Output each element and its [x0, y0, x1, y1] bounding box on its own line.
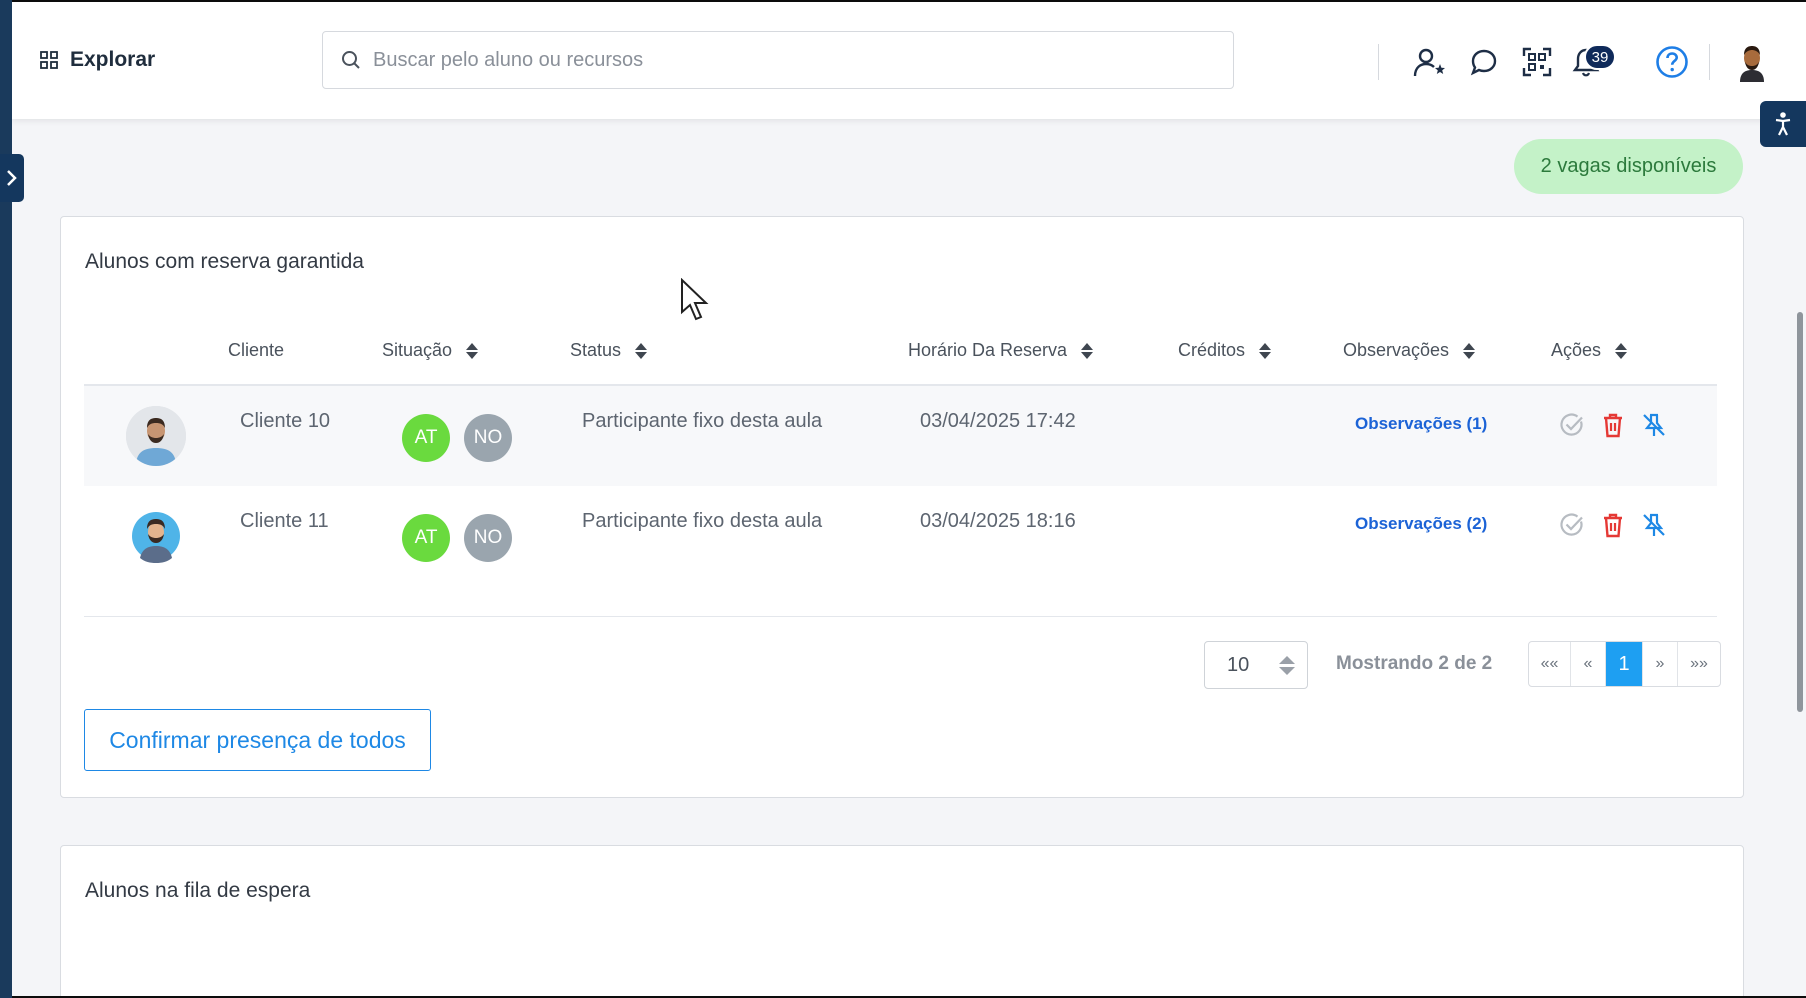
help-button[interactable] — [1654, 44, 1690, 80]
sort-icon — [635, 342, 648, 359]
sort-icon — [466, 342, 479, 359]
check-circle-icon — [1560, 513, 1583, 536]
last-page-button[interactable]: »» — [1678, 642, 1720, 686]
user-avatar-icon — [1740, 46, 1764, 82]
confirm-all-presence-button[interactable]: Confirmar presença de todos — [84, 709, 431, 771]
reserved-section-title: Alunos com reserva garantida — [85, 250, 364, 273]
chat-bubble-icon — [1470, 49, 1497, 76]
help-circle-icon — [1656, 46, 1688, 78]
prev-page-button[interactable]: « — [1571, 642, 1606, 686]
trash-icon — [1604, 513, 1622, 538]
table-footer-divider — [84, 616, 1717, 617]
confirm-presence-button[interactable] — [1558, 511, 1586, 539]
sort-icon — [1615, 342, 1628, 359]
page-size-value: 10 — [1227, 653, 1250, 676]
user-star-button[interactable] — [1412, 44, 1448, 80]
situation-badge-no: NO — [464, 514, 512, 562]
waitlist-card: Alunos na fila de espera — [60, 845, 1744, 996]
mouse-cursor-icon — [680, 277, 710, 327]
user-star-icon — [1413, 48, 1445, 77]
page-size-stepper[interactable]: 10 — [1204, 641, 1308, 689]
situation-badge-at: AT — [402, 414, 450, 462]
pin-off-icon — [1643, 413, 1665, 436]
chat-button[interactable] — [1466, 44, 1502, 80]
accessibility-button[interactable] — [1760, 101, 1806, 147]
sort-icon — [1259, 342, 1272, 359]
check-circle-icon — [1560, 413, 1583, 436]
search-input[interactable] — [373, 48, 1193, 72]
status-text: Participante fixo desta aula — [582, 410, 823, 432]
column-header-reservation-time[interactable]: Horário Da Reserva — [908, 340, 1094, 361]
situation-badge-no: NO — [464, 414, 512, 462]
confirm-presence-button[interactable] — [1558, 411, 1586, 439]
user-avatar-button[interactable] — [1732, 42, 1772, 82]
client-avatar — [126, 406, 186, 466]
top-bar: Explorar Buscar pelo aluno ou recursos 3… — [12, 2, 1806, 119]
page: Explorar Buscar pelo aluno ou recursos 3… — [12, 2, 1806, 996]
topbar-divider — [1709, 44, 1710, 80]
trash-icon — [1604, 413, 1622, 438]
page-scrollbar[interactable] — [1797, 312, 1803, 712]
column-header-client: Cliente — [228, 340, 285, 360]
pin-off-icon — [1643, 513, 1665, 536]
reservation-time: 03/04/2025 18:16 — [920, 510, 1076, 532]
client-avatar — [126, 506, 186, 566]
first-page-button[interactable]: «« — [1529, 642, 1571, 686]
unpin-button[interactable] — [1640, 511, 1668, 539]
table-row: Cliente 11 AT NO Participante fixo desta… — [84, 486, 1717, 586]
sort-icon — [1081, 342, 1094, 359]
sort-icon — [1463, 342, 1476, 359]
search-icon — [342, 51, 360, 69]
explore-menu-button[interactable]: Explorar — [40, 48, 155, 72]
chevron-right-icon — [7, 170, 17, 186]
search-box[interactable] — [322, 31, 1234, 89]
observations-link[interactable]: Observações (1) — [1355, 414, 1487, 434]
client-photo — [126, 406, 186, 466]
pagination: «« « 1 » »» — [1528, 641, 1721, 687]
situation-badge-at: AT — [402, 514, 450, 562]
sidebar-toggle-button[interactable] — [0, 154, 24, 202]
column-header-situation[interactable]: Situação — [382, 340, 479, 361]
unpin-button[interactable] — [1640, 411, 1668, 439]
explore-label: Explorar — [70, 48, 156, 71]
stepper-arrows-icon — [1279, 655, 1295, 675]
qr-code-button[interactable] — [1519, 44, 1555, 80]
observations-link[interactable]: Observações (2) — [1355, 514, 1487, 534]
left-rail — [0, 0, 12, 998]
status-text: Participante fixo desta aula — [582, 510, 823, 532]
reservation-time: 03/04/2025 17:42 — [920, 410, 1076, 432]
column-header-status[interactable]: Status — [570, 340, 648, 361]
column-header-observations[interactable]: Observações — [1343, 340, 1476, 361]
accessibility-icon — [1775, 112, 1791, 136]
client-photo — [132, 512, 180, 563]
client-name: Cliente 11 — [240, 510, 329, 532]
column-header-credits[interactable]: Créditos — [1178, 340, 1272, 361]
delete-button[interactable] — [1599, 411, 1627, 439]
notifications-count-badge: 39 — [1584, 44, 1616, 70]
available-spots-badge: 2 vagas disponíveis — [1514, 139, 1743, 194]
waitlist-section-title: Alunos na fila de espera — [85, 879, 311, 902]
grid-icon — [40, 51, 58, 69]
delete-button[interactable] — [1599, 511, 1627, 539]
topbar-divider — [1378, 44, 1379, 80]
next-page-button[interactable]: » — [1643, 642, 1678, 686]
showing-count: Mostrando 2 de 2 — [1336, 653, 1493, 674]
page-1-button[interactable]: 1 — [1606, 642, 1643, 686]
qr-code-icon — [1522, 47, 1552, 77]
column-header-actions[interactable]: Ações — [1551, 340, 1628, 361]
table-row: Cliente 10 AT NO Participante fixo desta… — [84, 386, 1717, 486]
client-name: Cliente 10 — [240, 410, 331, 432]
